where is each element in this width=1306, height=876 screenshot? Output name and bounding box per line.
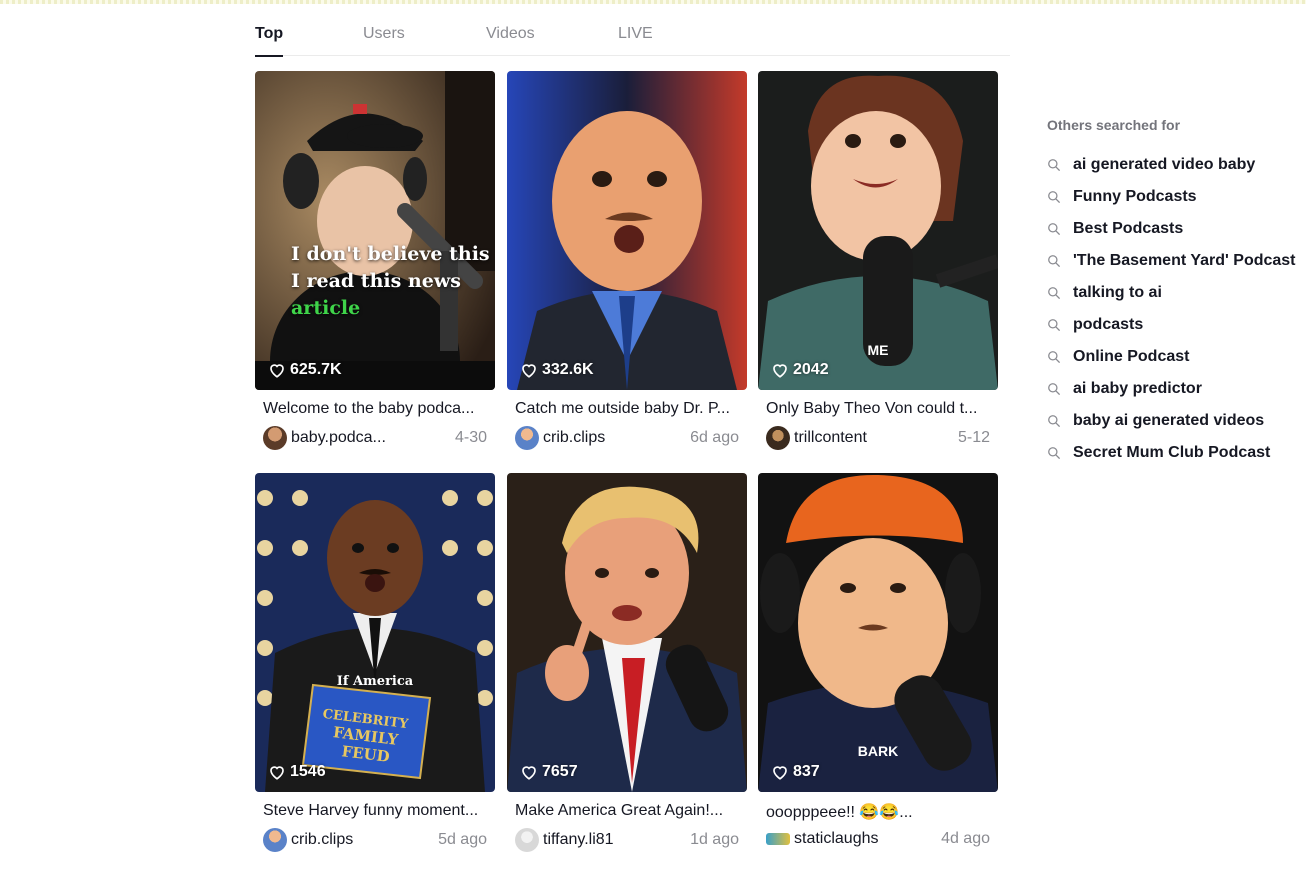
username[interactable]: crib.clips: [543, 429, 690, 447]
tab-top[interactable]: Top: [255, 25, 284, 57]
video-caption-overlay: I don't believe this I read this news ar…: [291, 243, 490, 319]
username[interactable]: tiffany.li81: [543, 831, 690, 849]
like-count: 7657: [520, 763, 578, 781]
username[interactable]: trillcontent: [794, 429, 958, 447]
video-meta: trillcontent 5-12: [758, 426, 998, 450]
search-icon: [1048, 159, 1060, 171]
search-icon: [1048, 415, 1060, 427]
baby-beanie-image: BARK: [758, 473, 998, 792]
like-count: 625.7K: [268, 361, 342, 379]
video-thumbnail[interactable]: BARK 837: [758, 473, 998, 792]
related-search-item[interactable]: ai generated video baby: [1047, 156, 1255, 174]
baby-game-show-image: CELEBRITY FAMILY FEUD If America: [255, 473, 495, 792]
post-date: 5-12: [957, 429, 990, 446]
like-count: 837: [771, 763, 820, 781]
baby-podcaster-image: [255, 71, 495, 390]
post-date: 4-30: [454, 429, 487, 446]
search-icon: [1048, 287, 1060, 299]
video-title[interactable]: Only Baby Theo Von could t...: [758, 400, 998, 418]
video-card[interactable]: CELEBRITY FAMILY FEUD If America 1546 St…: [255, 473, 495, 852]
video-caption-overlay: ME: [868, 342, 889, 358]
heart-outline-icon: [773, 364, 787, 378]
related-search-item[interactable]: podcasts: [1047, 316, 1143, 334]
related-search-item[interactable]: Funny Podcasts: [1047, 188, 1197, 206]
video-card[interactable]: BARK 837 ooopppeee!! 😂😂... staticlaughs …: [758, 473, 998, 848]
search-icon: [1048, 447, 1060, 459]
video-caption-overlay: If America: [337, 674, 414, 689]
username[interactable]: crib.clips: [291, 831, 438, 849]
avatar[interactable]: [515, 828, 539, 852]
avatar[interactable]: [263, 828, 287, 852]
search-icon: [1048, 351, 1060, 363]
baby-in-suit-image: [507, 71, 747, 390]
video-thumbnail[interactable]: CELEBRITY FAMILY FEUD If America 1546: [255, 473, 495, 792]
tab-videos[interactable]: Videos: [486, 25, 535, 43]
video-meta: baby.podca... 4-30: [255, 426, 495, 450]
video-meta: crib.clips 5d ago: [255, 828, 495, 852]
video-caption-overlay: BARK: [858, 743, 898, 759]
avatar[interactable]: [766, 833, 790, 845]
video-thumbnail[interactable]: 332.6K: [507, 71, 747, 390]
post-date: 5d ago: [438, 831, 487, 848]
related-search-item[interactable]: Secret Mum Club Podcast: [1047, 444, 1270, 462]
video-title[interactable]: Make America Great Again!...: [507, 802, 747, 820]
video-card[interactable]: 7657 Make America Great Again!... tiffan…: [507, 473, 747, 852]
related-search-item[interactable]: Online Podcast: [1047, 348, 1189, 366]
heart-outline-icon: [773, 766, 787, 780]
tab-live[interactable]: LIVE: [618, 25, 653, 43]
video-card[interactable]: ME 2042 Only Baby Theo Von could t... tr…: [758, 71, 998, 450]
search-icon: [1048, 223, 1060, 235]
post-date: 6d ago: [690, 429, 739, 446]
search-icon: [1048, 319, 1060, 331]
video-meta: tiffany.li81 1d ago: [507, 828, 747, 852]
video-card[interactable]: 332.6K Catch me outside baby Dr. P... cr…: [507, 71, 747, 450]
related-search-item[interactable]: talking to ai: [1047, 284, 1162, 302]
like-count: 2042: [771, 361, 829, 379]
video-thumbnail[interactable]: 7657: [507, 473, 747, 792]
username[interactable]: staticlaughs: [794, 830, 941, 848]
video-title[interactable]: Catch me outside baby Dr. P...: [507, 400, 747, 418]
tab-users[interactable]: Users: [363, 25, 405, 43]
video-title[interactable]: Welcome to the baby podca...: [255, 400, 495, 418]
video-meta: staticlaughs 4d ago: [758, 830, 998, 848]
username[interactable]: baby.podca...: [291, 429, 455, 447]
video-thumbnail[interactable]: I don't believe this I read this news ar…: [255, 71, 495, 390]
video-thumbnail[interactable]: ME 2042: [758, 71, 998, 390]
search-icon: [1048, 255, 1060, 267]
heart-outline-icon: [522, 766, 536, 780]
avatar[interactable]: [515, 426, 539, 450]
like-count: 332.6K: [520, 361, 594, 379]
video-title[interactable]: ooopppeee!! 😂😂...: [758, 802, 998, 822]
video-title[interactable]: Steve Harvey funny moment...: [255, 802, 495, 820]
post-date: 1d ago: [690, 831, 739, 848]
avatar[interactable]: [766, 426, 790, 450]
baby-with-microphone-image: ME: [758, 71, 998, 390]
search-tabs: Top Users Videos LIVE: [255, 14, 1010, 57]
search-icon: [1048, 383, 1060, 395]
search-icon: [1048, 191, 1060, 203]
heart-outline-icon: [522, 364, 536, 378]
related-search-item[interactable]: Best Podcasts: [1047, 220, 1183, 238]
related-search-item[interactable]: ai baby predictor: [1047, 380, 1202, 398]
post-date: 4d ago: [941, 830, 990, 847]
others-searched-heading: Others searched for: [1047, 117, 1181, 133]
heart-outline-icon: [270, 766, 284, 780]
baby-politician-image: [507, 473, 747, 792]
top-border: [0, 0, 1306, 4]
related-search-item[interactable]: 'The Basement Yard' Podcast: [1047, 252, 1296, 270]
related-search-item[interactable]: baby ai generated videos: [1047, 412, 1264, 430]
video-card[interactable]: I don't believe this I read this news ar…: [255, 71, 495, 450]
heart-outline-icon: [270, 364, 284, 378]
like-count: 1546: [268, 763, 326, 781]
video-meta: crib.clips 6d ago: [507, 426, 747, 450]
avatar[interactable]: [263, 426, 287, 450]
